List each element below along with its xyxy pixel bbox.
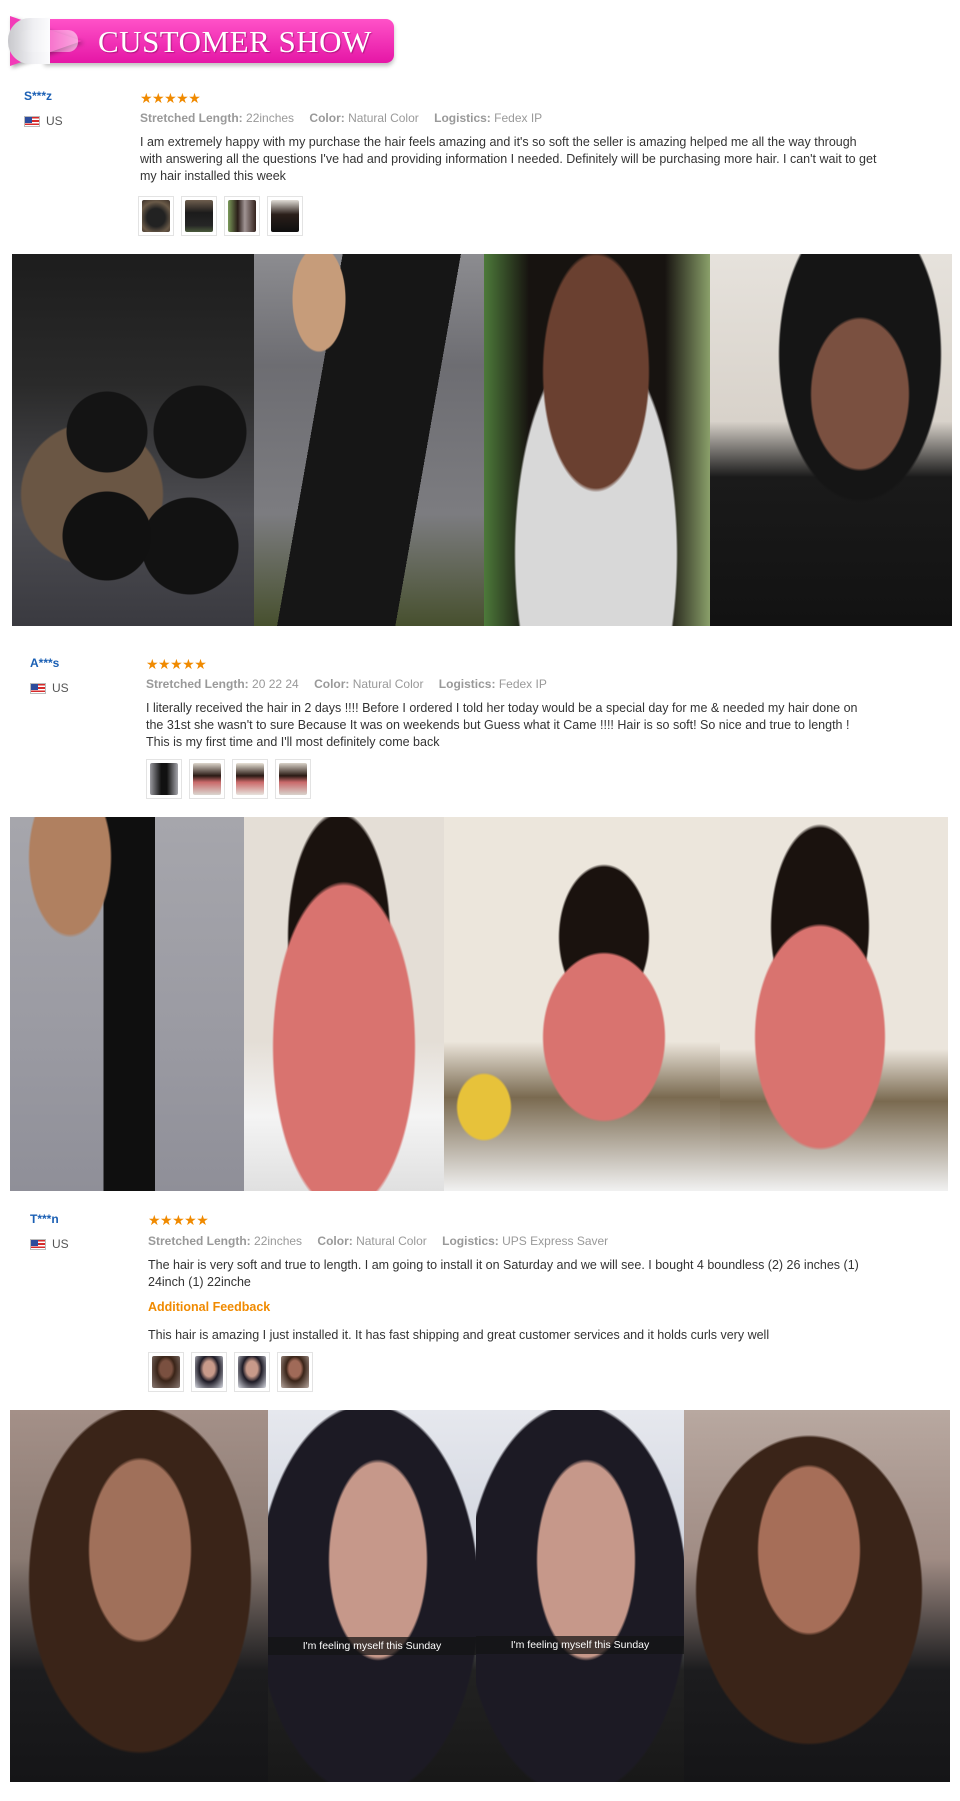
star-rating: ★★★★★ [146, 656, 207, 672]
customer-photo[interactable] [10, 1410, 268, 1782]
customer-photo[interactable] [684, 1410, 950, 1782]
customer-photo[interactable] [244, 817, 444, 1191]
review-thumbnail[interactable] [232, 759, 268, 799]
review-thumbnail[interactable] [191, 1352, 227, 1392]
review-meta: Stretched Length: 20 22 24 Color: Natura… [146, 677, 547, 691]
review-thumbnail[interactable] [277, 1352, 313, 1392]
review-thumbnail[interactable] [275, 759, 311, 799]
us-flag-icon [30, 682, 46, 694]
reviewer-name[interactable]: T***n [30, 1212, 59, 1226]
review-thumbnail[interactable] [224, 196, 260, 236]
review-text: I am extremely happy with my purchase th… [140, 135, 877, 183]
review-thumbnail[interactable] [146, 759, 182, 799]
review-thumbnail[interactable] [181, 196, 217, 236]
review-text: The hair is very soft and true to length… [148, 1258, 859, 1289]
reviewer-country: US [24, 114, 63, 128]
star-rating: ★★★★★ [148, 1212, 209, 1228]
review-meta: Stretched Length: 22inches Color: Natura… [140, 111, 543, 125]
star-rating: ★★★★★ [140, 90, 201, 106]
review-thumbnail[interactable] [148, 1352, 184, 1392]
reviewer-country: US [30, 1237, 69, 1251]
review-text: I literally received the hair in 2 days … [146, 701, 858, 749]
reviewer-country: US [30, 681, 69, 695]
review-thumbnail[interactable] [138, 196, 174, 236]
customer-photo[interactable]: I'm feeling myself this Sunday [476, 1410, 684, 1782]
additional-feedback-label: Additional Feedback [148, 1300, 271, 1314]
customer-photo[interactable] [12, 254, 254, 626]
customer-show-banner: CUSTOMER SHOW [8, 16, 396, 68]
reviewer-name[interactable]: S***z [24, 89, 52, 103]
us-flag-icon [30, 1238, 46, 1250]
snap-caption: I'm feeling myself this Sunday [476, 1636, 684, 1654]
customer-photo[interactable] [10, 817, 244, 1191]
reviewer-name[interactable]: A***s [30, 656, 59, 670]
customer-photo[interactable] [720, 817, 948, 1191]
banner-title: CUSTOMER SHOW [98, 24, 372, 59]
customer-photo[interactable] [710, 254, 952, 626]
review-thumbnails [146, 759, 311, 799]
review-thumbnails [138, 196, 303, 236]
additional-feedback-text: This hair is amazing I just installed it… [148, 1328, 770, 1342]
review-thumbnail[interactable] [189, 759, 225, 799]
review-thumbnail[interactable] [234, 1352, 270, 1392]
customer-photo[interactable] [484, 254, 710, 626]
review-thumbnail[interactable] [267, 196, 303, 236]
review-meta: Stretched Length: 22inches Color: Natura… [148, 1234, 609, 1248]
customer-photo[interactable]: I'm feeling myself this Sunday [268, 1410, 476, 1782]
us-flag-icon [24, 115, 40, 127]
customer-photo[interactable] [254, 254, 484, 626]
customer-photo[interactable] [444, 817, 720, 1191]
snap-caption: I'm feeling myself this Sunday [268, 1637, 476, 1655]
review-thumbnails [148, 1352, 313, 1392]
